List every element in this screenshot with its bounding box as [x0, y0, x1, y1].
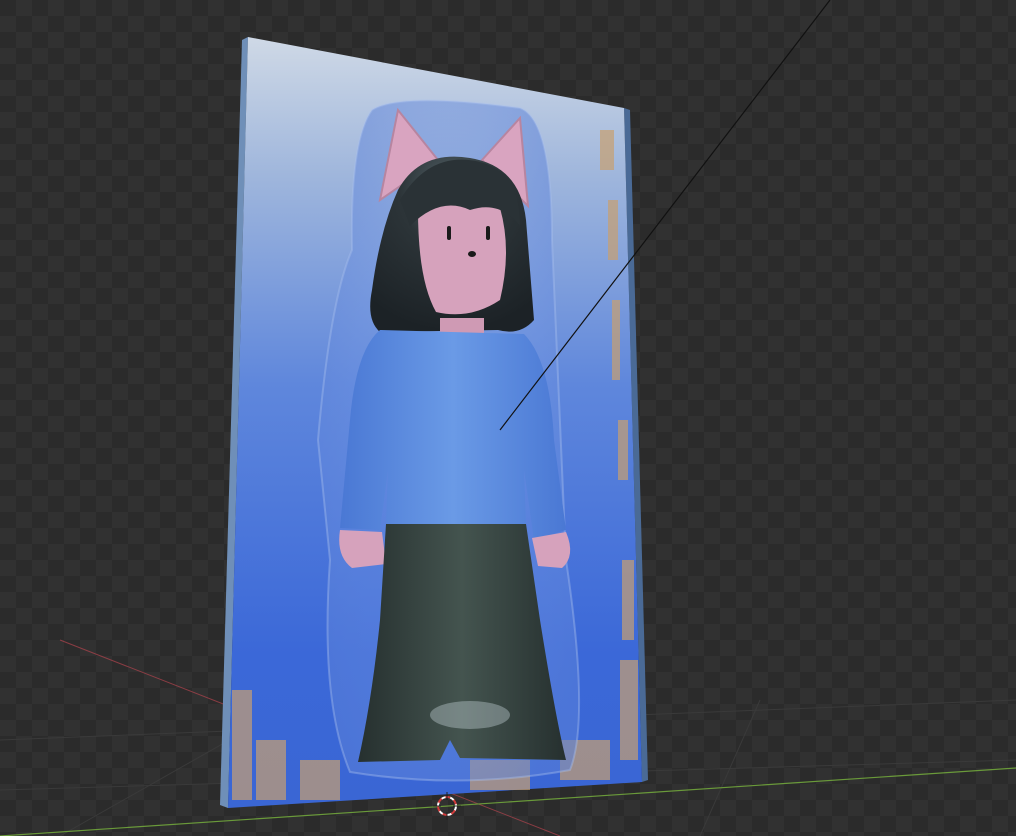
right-eye: [486, 226, 490, 240]
left-hand: [339, 530, 386, 568]
nose: [468, 251, 476, 257]
viewport-scene[interactable]: [0, 0, 1016, 836]
left-eye: [447, 226, 451, 240]
face: [418, 204, 506, 315]
shirt: [340, 330, 566, 540]
3d-viewport[interactable]: [0, 0, 1016, 836]
right-hand: [532, 532, 571, 568]
pants-highlight: [430, 701, 510, 729]
